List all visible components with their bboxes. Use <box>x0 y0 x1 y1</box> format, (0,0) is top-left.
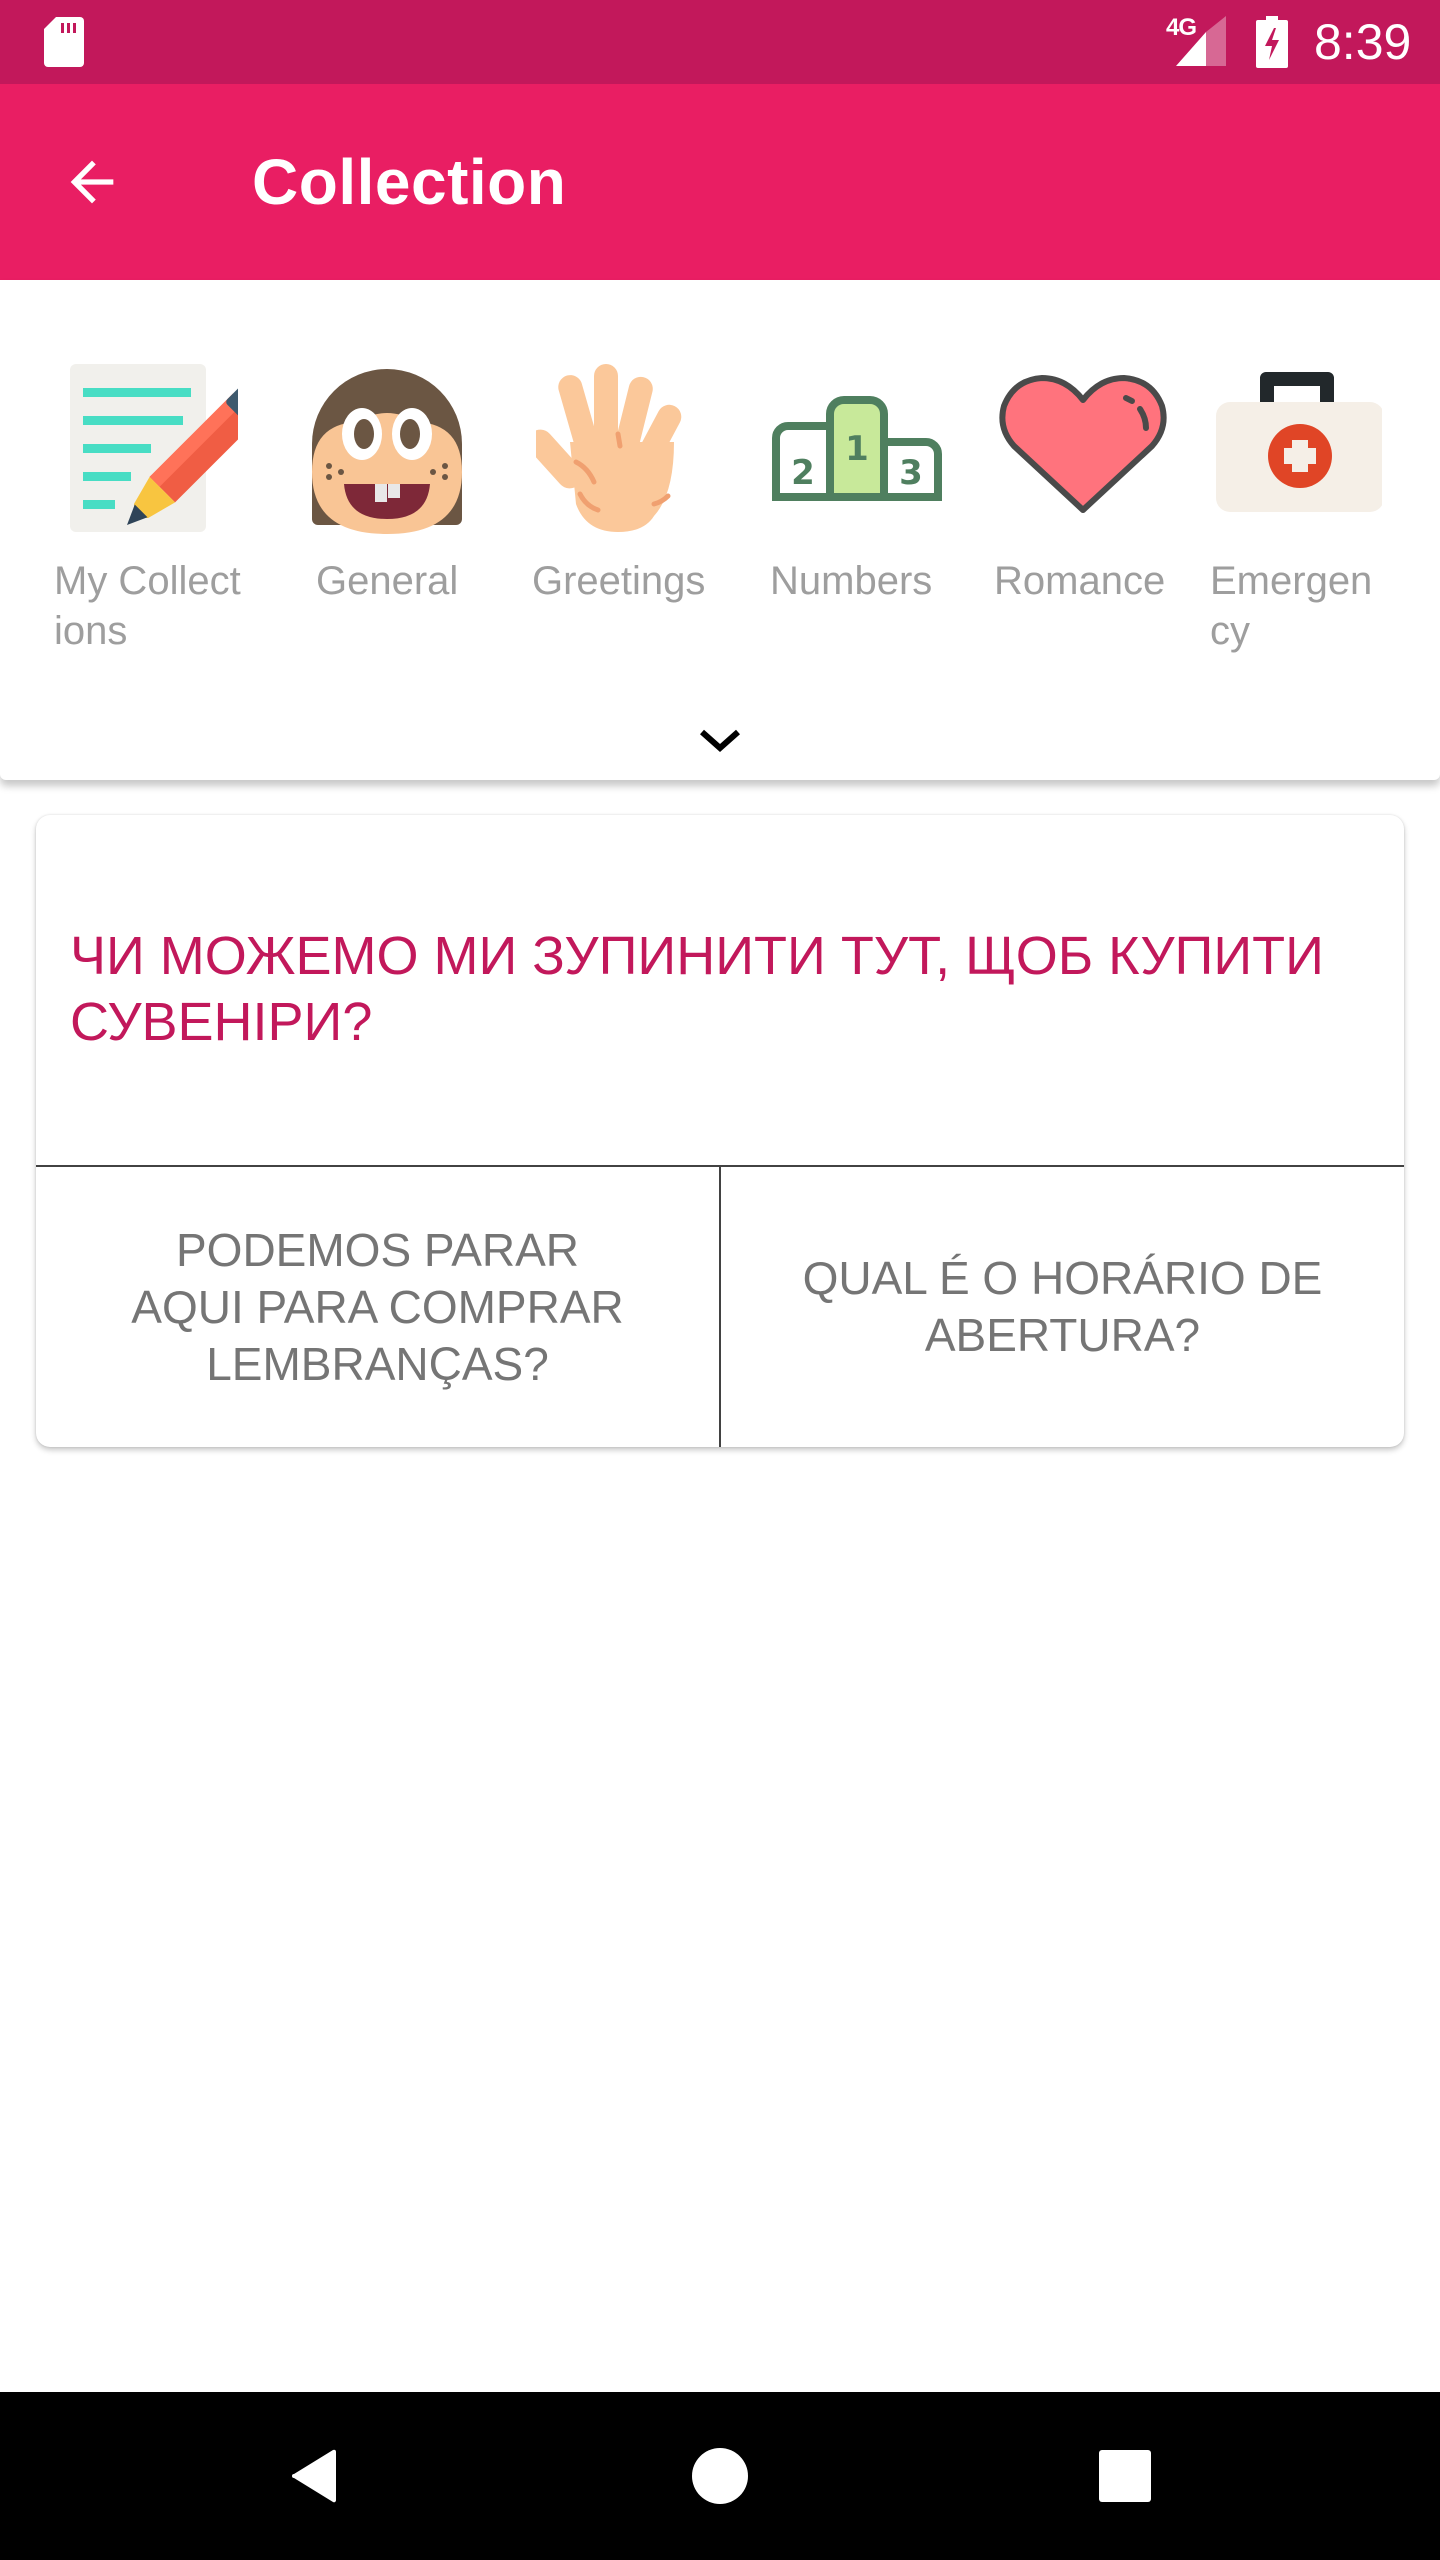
svg-text:2: 2 <box>791 453 815 493</box>
nav-recents-button[interactable] <box>1085 2436 1165 2516</box>
answer-option-2[interactable]: QUAL É O HORÁRIO DE ABERTURA? <box>721 1167 1404 1447</box>
first-aid-kit-icon <box>1216 372 1382 512</box>
back-triangle-icon <box>292 2449 337 2503</box>
category-label: Greetings <box>532 559 706 603</box>
status-bar: 4G 8:39 <box>0 0 1440 84</box>
answer-text: QUAL É O HORÁRIO DE ABERTURA? <box>802 1252 1323 1361</box>
girl-face-icon <box>312 369 462 534</box>
category-numbers[interactable]: 2 1 3 Numbers <box>770 364 972 603</box>
signal-icon <box>1176 16 1226 66</box>
category-label: My Collect ions <box>54 559 241 653</box>
recents-square-icon <box>1099 2450 1151 2502</box>
answer-text: PODEMOS PARAR AQUI PARA COMPRAR LEMBRANÇ… <box>131 1223 624 1390</box>
page-title: Collection <box>252 146 567 218</box>
answer-option-1[interactable]: PODEMOS PARAR AQUI PARA COMPRAR LEMBRANÇ… <box>36 1167 719 1447</box>
back-button[interactable] <box>52 142 132 222</box>
notepad-pencil-icon <box>70 364 238 532</box>
nav-home-button[interactable] <box>680 2436 760 2516</box>
phrase-card: ЧИ МОЖЕМО МИ ЗУПИНИТИ ТУТ, ЩОБ КУПИТИ СУ… <box>36 815 1404 1447</box>
category-label: Emergen cy <box>1210 559 1373 653</box>
nav-back-button[interactable] <box>276 2436 356 2516</box>
category-greetings[interactable]: Greetings <box>532 364 736 603</box>
svg-text:1: 1 <box>845 429 869 469</box>
sd-card-icon <box>44 17 84 67</box>
category-my-collections[interactable]: My Collect ions <box>54 364 268 653</box>
heart-icon <box>999 375 1167 513</box>
category-general[interactable]: General <box>302 364 502 603</box>
arrow-back-icon <box>70 160 114 204</box>
home-circle-icon <box>692 2448 748 2504</box>
clock: 8:39 <box>1314 14 1412 70</box>
category-label: Numbers <box>770 559 933 603</box>
category-emergency[interactable]: Emergen cy <box>1210 364 1412 653</box>
category-romance[interactable]: Romance <box>994 364 1198 603</box>
podium-icon: 2 1 3 <box>772 396 942 501</box>
category-selector: My Collect ions General Greetings 2 1 3 … <box>0 280 1440 780</box>
expand-categories-button[interactable] <box>690 710 750 770</box>
waving-hand-icon <box>536 364 682 532</box>
svg-text:3: 3 <box>899 453 923 493</box>
category-label: General <box>316 559 459 603</box>
battery-charging-icon <box>1256 16 1288 68</box>
chevron-down-icon <box>700 729 740 753</box>
question-text[interactable]: ЧИ МОЖЕМО МИ ЗУПИНИТИ ТУТ, ЩОБ КУПИТИ СУ… <box>70 923 1370 1055</box>
toolbar: Collection <box>0 84 1440 280</box>
category-label: Romance <box>994 559 1166 603</box>
system-nav-bar <box>0 2392 1440 2560</box>
